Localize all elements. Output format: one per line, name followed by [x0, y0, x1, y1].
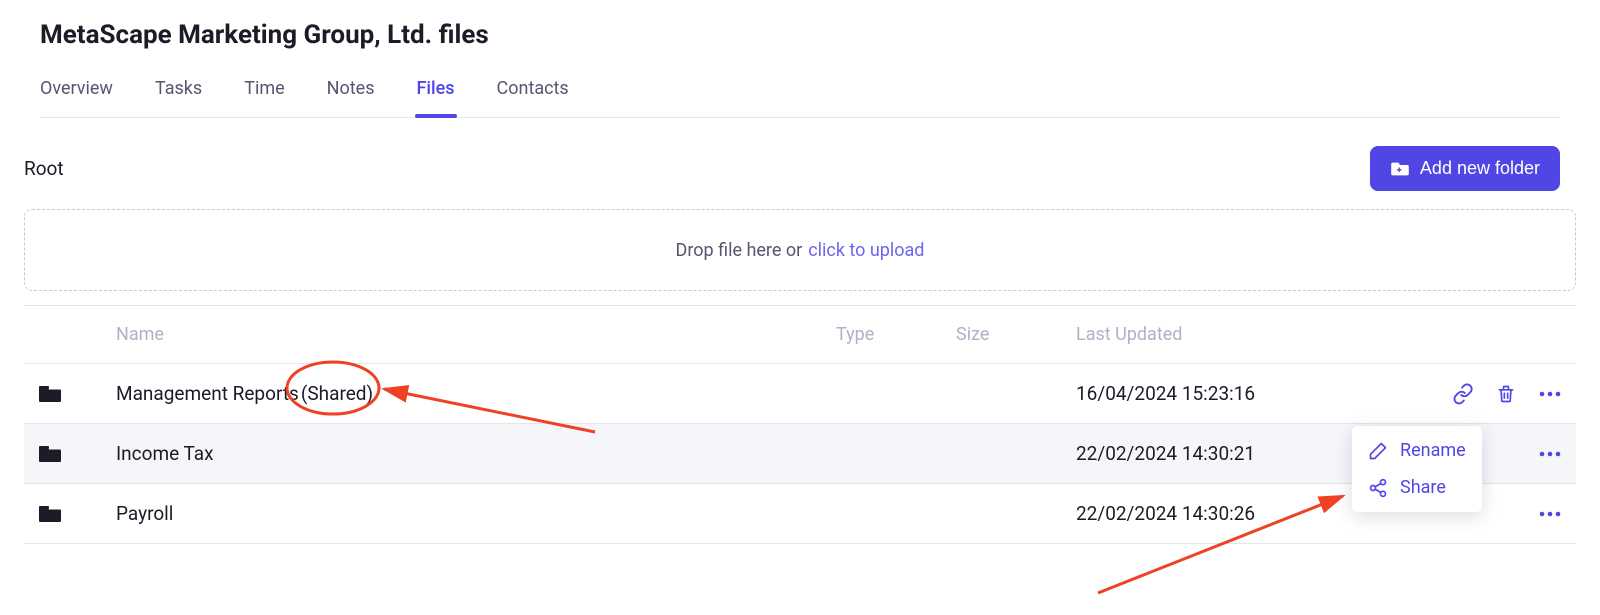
more-actions-icon[interactable] — [1538, 450, 1562, 458]
tab-overview[interactable]: Overview — [40, 78, 113, 117]
add-new-folder-label: Add new folder — [1420, 158, 1540, 179]
row-actions-popover: Rename Share — [1352, 426, 1482, 512]
folder-icon — [24, 444, 116, 464]
shared-badge: (Shared) — [301, 382, 373, 405]
tab-time[interactable]: Time — [244, 78, 284, 117]
add-new-folder-button[interactable]: Add new folder — [1370, 146, 1560, 191]
folder-name: Management Reports — [116, 382, 299, 405]
share-menu-item[interactable]: Share — [1352, 469, 1482, 506]
breadcrumb[interactable]: Root — [24, 157, 64, 180]
dropzone-text: Drop file here or — [676, 240, 803, 261]
tab-files[interactable]: Files — [417, 78, 455, 117]
file-dropzone[interactable]: Drop file here or click to upload — [24, 209, 1576, 291]
folder-name: Income Tax — [116, 442, 214, 465]
table-row[interactable]: Payroll 22/02/2024 14:30:26 — [24, 484, 1576, 544]
click-to-upload-link[interactable]: click to upload — [808, 240, 924, 261]
tab-tasks[interactable]: Tasks — [155, 78, 202, 117]
column-header-name[interactable]: Name — [116, 324, 836, 345]
share-icon — [1368, 478, 1388, 498]
file-table: Name Type Size Last Updated Management R… — [24, 305, 1576, 544]
tabs: Overview Tasks Time Notes Files Contacts — [40, 78, 1560, 118]
more-actions-icon[interactable] — [1538, 510, 1562, 518]
share-label: Share — [1400, 477, 1446, 498]
delete-icon[interactable] — [1496, 383, 1516, 405]
folder-icon — [24, 504, 116, 524]
cell-last-updated: 16/04/2024 15:23:16 — [1076, 382, 1396, 405]
tab-contacts[interactable]: Contacts — [497, 78, 569, 117]
more-actions-icon[interactable] — [1538, 390, 1562, 398]
page-title: MetaScape Marketing Group, Ltd. files — [40, 20, 1560, 50]
column-header-type[interactable]: Type — [836, 324, 956, 345]
cell-last-updated: 22/02/2024 14:30:26 — [1076, 502, 1396, 525]
folder-icon — [24, 384, 116, 404]
column-header-last-updated[interactable]: Last Updated — [1076, 324, 1396, 345]
folder-plus-icon — [1390, 161, 1410, 177]
cell-last-updated: 22/02/2024 14:30:21 — [1076, 442, 1396, 465]
tab-notes[interactable]: Notes — [327, 78, 375, 117]
pencil-icon — [1368, 441, 1388, 461]
rename-label: Rename — [1400, 440, 1466, 461]
column-header-size[interactable]: Size — [956, 324, 1076, 345]
table-header: Name Type Size Last Updated — [24, 306, 1576, 364]
share-link-icon[interactable] — [1452, 383, 1474, 405]
table-row[interactable]: Management Reports (Shared) 16/04/2024 1… — [24, 364, 1576, 424]
folder-name: Payroll — [116, 502, 173, 525]
rename-menu-item[interactable]: Rename — [1352, 432, 1482, 469]
table-row[interactable]: Income Tax 22/02/2024 14:30:21 — [24, 424, 1576, 484]
